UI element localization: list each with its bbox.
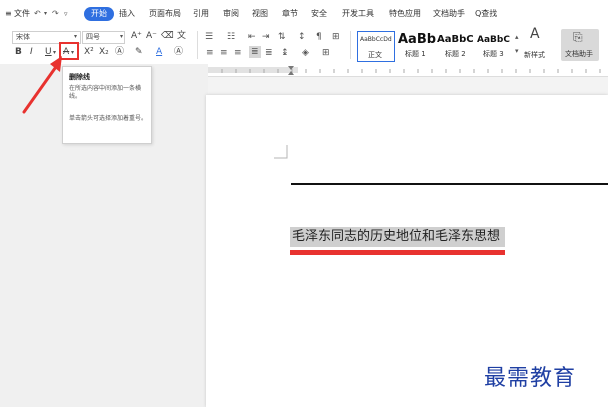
style-preview: AaBbC [477,35,510,45]
font-size-value: 四号 [86,33,100,41]
tab-review[interactable]: 审阅 [223,9,239,19]
doc-assistant-icon: ⎘ [573,30,583,44]
grow-font-icon[interactable]: A⁺ [131,31,142,41]
ruler-ticks [208,66,601,75]
superscript-button[interactable]: X² [84,47,94,57]
tab-doc-assistant[interactable]: 文档助手 [433,9,465,19]
align-center-icon[interactable]: ≡ [220,48,228,58]
divider [350,31,351,59]
watermark: 最需教育 [484,366,577,391]
shading-icon[interactable]: ◈ [302,48,309,58]
pinyin-icon[interactable]: 文 [177,31,186,41]
styles-scroll-up-icon[interactable]: ▴ [515,32,519,42]
tab-home[interactable]: 开始 [84,7,114,21]
font-size-select[interactable]: 四号 [82,31,125,44]
tab-insert[interactable]: 插入 [119,9,135,19]
style-heading-1[interactable]: AaBb 标题 1 [396,31,436,60]
font-color-icon[interactable]: A [156,47,162,57]
style-label: 标题 2 [445,50,466,58]
text-effect-icon[interactable]: Ⓐ [115,47,124,57]
style-label: 标题 3 [483,50,504,58]
tooltip-title: 删除线 [69,73,90,81]
tab-page-layout[interactable]: 页面布局 [149,9,181,19]
style-normal[interactable]: AaBbCcDd 正文 [357,31,395,62]
tab-references[interactable]: 引用 [193,9,209,19]
line-spacing-icon[interactable]: ⊞ [332,32,340,42]
font-size-dropdown-icon[interactable]: ▾ [120,32,123,42]
tooltip-line-1: 在所选内容中间添加一条横线。 [69,85,142,100]
numbered-list-icon[interactable]: ☷ [227,32,235,42]
quick-access-dropdown-icon[interactable]: ▿ [64,9,68,19]
style-heading-3[interactable]: AaBbC 标题 3 [477,31,517,60]
style-preview: AaBbC [437,34,474,45]
menu-icon[interactable]: ≡ [5,9,12,19]
tab-developer[interactable]: 开发工具 [342,9,374,19]
horizontal-rule [291,183,608,185]
style-preview: AaBb [398,32,437,47]
style-heading-2[interactable]: AaBbC 标题 2 [437,31,477,60]
undo-dropdown-icon[interactable]: ▾ [44,9,47,19]
align-left-icon[interactable]: ≡ [206,48,214,58]
tab-chapter[interactable]: 章节 [282,9,298,19]
bullet-list-icon[interactable]: ☰ [205,32,213,42]
style-label: 正文 [368,51,382,59]
subscript-button[interactable]: X₂ [99,47,109,57]
clear-format-icon[interactable]: ⌫ [161,31,174,41]
redo-icon[interactable]: ↷ [52,9,59,19]
font-name-dropdown-icon[interactable]: ▾ [74,32,77,42]
ruler[interactable] [208,64,608,77]
highlight-color-icon[interactable]: ✎ [135,47,143,57]
document-text[interactable]: 毛泽东同志的历史地位和毛泽东思想 [292,229,500,245]
divider [197,31,198,59]
new-style-button[interactable]: 新样式 [524,50,545,60]
menu-bar: ≡ 文件 ↶ ▾ ↷ ▿ 开始 插入 页面布局 引用 审阅 视图 章节 安全 开… [0,0,608,28]
new-style-icon[interactable]: A [530,27,540,41]
tab-special-apps[interactable]: 特色应用 [389,9,421,19]
shrink-font-icon[interactable]: A⁻ [146,31,157,41]
style-label: 标题 1 [405,50,426,58]
align-right-icon[interactable]: ≡ [234,48,242,58]
red-underline-annotation [290,250,505,255]
doc-assistant-button[interactable]: ⎘ 文档助手 [561,29,599,61]
tab-view[interactable]: 视图 [252,9,268,19]
show-marks-icon[interactable]: ¶ [316,32,322,42]
doc-assistant-label: 文档助手 [565,50,593,58]
increase-indent-icon[interactable]: ⇥ [262,32,270,42]
tooltip-line-2: 单击箭头可选择添加着重号。 [69,115,148,122]
styles-expand-icon[interactable]: ▾ [515,46,519,56]
margin-corner-mark [274,145,288,159]
search-button[interactable]: Q查找 [475,9,497,19]
justify-icon[interactable]: ≣ [249,46,261,58]
distributed-icon[interactable]: ≣ [265,48,273,58]
undo-icon[interactable]: ↶ [34,9,41,19]
borders-icon[interactable]: ⊞ [322,48,330,58]
text-direction-icon[interactable]: ⇅ [278,32,286,42]
tab-security[interactable]: 安全 [311,9,327,19]
file-menu[interactable]: 文件 [14,9,30,19]
sort-icon[interactable]: ↕ [298,32,306,42]
ribbon: 宋体 ▾ 四号 ▾ A⁺ A⁻ ⌫ 文 ☰ ☷ ⇤ ⇥ ⇅ ↕ ¶ ⊞ B I … [0,27,608,65]
line-spacing-options-icon[interactable]: ↨ [281,48,289,58]
strikethrough-tooltip: 删除线 在所选内容中间添加一条横线。 单击箭头可选择添加着重号。 [62,66,152,144]
decrease-indent-icon[interactable]: ⇤ [248,32,256,42]
style-preview: AaBbCcDd [360,36,392,43]
char-border-icon[interactable]: Ⓐ [174,47,183,57]
